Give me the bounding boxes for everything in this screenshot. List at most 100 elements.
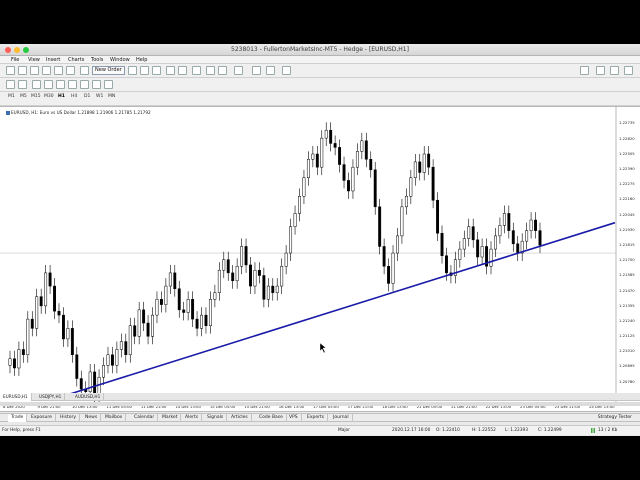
- line-chart-icon[interactable]: [152, 66, 161, 75]
- menu-window[interactable]: Window: [110, 57, 130, 63]
- candle-body: [137, 309, 141, 337]
- terminal-tab-alerts[interactable]: Alerts: [182, 414, 203, 422]
- candle-body: [177, 288, 181, 311]
- candle-body: [306, 159, 310, 179]
- chart-tab-usdjpy[interactable]: USDJPY,H1: [36, 393, 66, 401]
- terminal-tab-market[interactable]: Market: [159, 414, 182, 422]
- account-icon[interactable]: [580, 66, 589, 75]
- price-tick-label: 1.22505: [619, 150, 635, 156]
- standard-toolbar: New Order: [0, 64, 640, 78]
- terminal-tab-history[interactable]: History: [57, 414, 81, 422]
- market-watch-icon[interactable]: [30, 66, 39, 75]
- candle-body: [511, 230, 515, 245]
- price-tick-label: 1.21700: [619, 257, 635, 263]
- trendline-icon[interactable]: [56, 80, 65, 89]
- terminal-tab-exposure[interactable]: Exposure: [28, 414, 56, 422]
- new-order-button[interactable]: New Order: [92, 66, 125, 75]
- arrows-icon[interactable]: [104, 80, 113, 89]
- bar-chart-icon[interactable]: [128, 66, 137, 75]
- terminal-tab-journal[interactable]: Journal: [330, 414, 353, 422]
- candle-body: [409, 177, 413, 197]
- timeframe-m1[interactable]: M1: [8, 94, 15, 99]
- profiles-icon[interactable]: [18, 66, 27, 75]
- vertical-line-icon[interactable]: [32, 80, 41, 89]
- candle-body: [293, 213, 297, 227]
- price-tick-label: 1.22275: [619, 181, 635, 187]
- chart-tab-audusd[interactable]: AUDUSD,H1: [72, 393, 105, 401]
- periods-icon[interactable]: [252, 66, 261, 75]
- terminal-tab-experts[interactable]: Experts: [304, 414, 329, 422]
- candle-body: [280, 266, 284, 287]
- candle-body: [195, 318, 199, 329]
- terminal-tab-mailbox[interactable]: Mailbox: [102, 414, 127, 422]
- tile-windows-icon[interactable]: [192, 66, 201, 75]
- candle-body: [39, 296, 43, 307]
- zoom-out-icon[interactable]: [178, 66, 187, 75]
- terminal-icon[interactable]: [54, 66, 63, 75]
- candle-body: [494, 235, 497, 250]
- candle-body: [88, 371, 92, 393]
- terminal-tab-news[interactable]: News: [82, 414, 102, 422]
- candle-body: [289, 226, 293, 254]
- new-chart-icon[interactable]: [6, 66, 15, 75]
- candle-body: [311, 153, 315, 160]
- timeframe-w1[interactable]: W1: [96, 94, 103, 99]
- algo-trading-icon[interactable]: [80, 66, 89, 75]
- crosshair-icon[interactable]: [18, 80, 27, 89]
- text-label-icon[interactable]: [92, 80, 101, 89]
- timeframe-m15[interactable]: M15: [31, 94, 41, 99]
- terminal-tab-vps[interactable]: VPS: [286, 414, 302, 422]
- chart-shift-icon[interactable]: [218, 66, 227, 75]
- horizontal-line-icon[interactable]: [44, 80, 53, 89]
- terminal-tab-signals[interactable]: Signals: [204, 414, 228, 422]
- candle-body: [338, 147, 342, 165]
- menu-charts[interactable]: Charts: [68, 57, 84, 63]
- auto-scroll-icon[interactable]: [206, 66, 215, 75]
- chart-window[interactable]: EURUSD, H1: Euro vs US Dollar 1.21898 1.…: [0, 106, 640, 412]
- terminal-tab-code-base[interactable]: Code Base: [256, 414, 287, 422]
- timeframe-h1[interactable]: H1: [58, 94, 65, 99]
- candle-body: [324, 129, 328, 139]
- menu-tools[interactable]: Tools: [91, 57, 103, 63]
- menu-insert[interactable]: Insert: [46, 57, 60, 63]
- candle-body: [413, 161, 417, 179]
- timeframe-d1[interactable]: D1: [84, 94, 90, 99]
- strategy-tester-tab[interactable]: Strategy Tester: [598, 414, 632, 422]
- price-chart[interactable]: [0, 107, 640, 413]
- chat-icon[interactable]: [624, 66, 633, 75]
- timeframe-h4[interactable]: H4: [71, 94, 77, 99]
- candle-body: [204, 314, 208, 326]
- candle-body: [128, 325, 132, 356]
- strategy-tester-icon[interactable]: [66, 66, 75, 75]
- signals-icon[interactable]: [596, 66, 605, 75]
- mouse-cursor-icon: [319, 342, 327, 354]
- candle-body: [186, 299, 190, 313]
- menu-help[interactable]: Help: [136, 57, 147, 63]
- connection-icon: [591, 428, 595, 433]
- candle-body: [155, 299, 159, 316]
- fibonacci-icon[interactable]: [80, 80, 89, 89]
- menu-file[interactable]: File: [11, 57, 19, 63]
- candle-body: [275, 285, 279, 293]
- screenshot-icon[interactable]: [282, 66, 291, 75]
- terminal-tab-trade[interactable]: Trade: [8, 414, 28, 422]
- terminal-tab-calendar[interactable]: Calendar: [131, 414, 159, 422]
- search-icon[interactable]: [610, 66, 619, 75]
- candle-body: [208, 299, 212, 326]
- equidistant-channel-icon[interactable]: [68, 80, 77, 89]
- indicators-icon[interactable]: [234, 66, 243, 75]
- timeframe-m30[interactable]: M30: [44, 94, 54, 99]
- cursor-icon[interactable]: [6, 80, 15, 89]
- candle-body: [173, 272, 177, 289]
- timeframe-m5[interactable]: M5: [20, 94, 27, 99]
- candle-body: [57, 310, 61, 316]
- terminal-tab-articles[interactable]: Articles: [228, 414, 252, 422]
- navigator-icon[interactable]: [42, 66, 51, 75]
- zoom-in-icon[interactable]: [166, 66, 175, 75]
- templates-icon[interactable]: [266, 66, 275, 75]
- candlestick-chart-icon[interactable]: [140, 66, 149, 75]
- candle-body: [302, 177, 306, 197]
- menu-view[interactable]: View: [28, 57, 40, 63]
- chart-tab-eurusd[interactable]: EURUSD,H1: [0, 393, 32, 401]
- timeframe-mn[interactable]: MN: [108, 94, 115, 99]
